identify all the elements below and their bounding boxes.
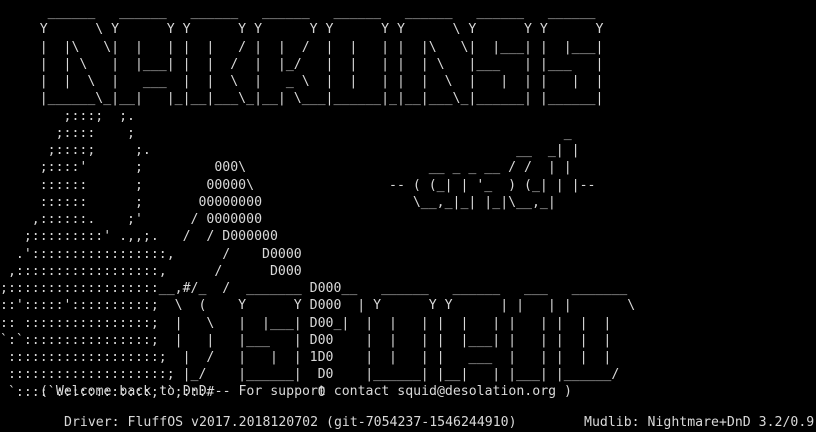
driver-info: Driver: FluffOS v2017.2018120702 (git-70…	[64, 415, 517, 430]
mudlib-info: Mudlib: Nightmare+DnD 3.2/0.9	[584, 415, 815, 430]
welcome-message: ( Welcome back to DnD -- For support con…	[40, 384, 572, 399]
ascii-banner: ______ ______ ______ ______ ______ _____…	[0, 5, 636, 400]
terminal-window: ______ ______ ______ ______ ______ _____…	[0, 0, 816, 432]
